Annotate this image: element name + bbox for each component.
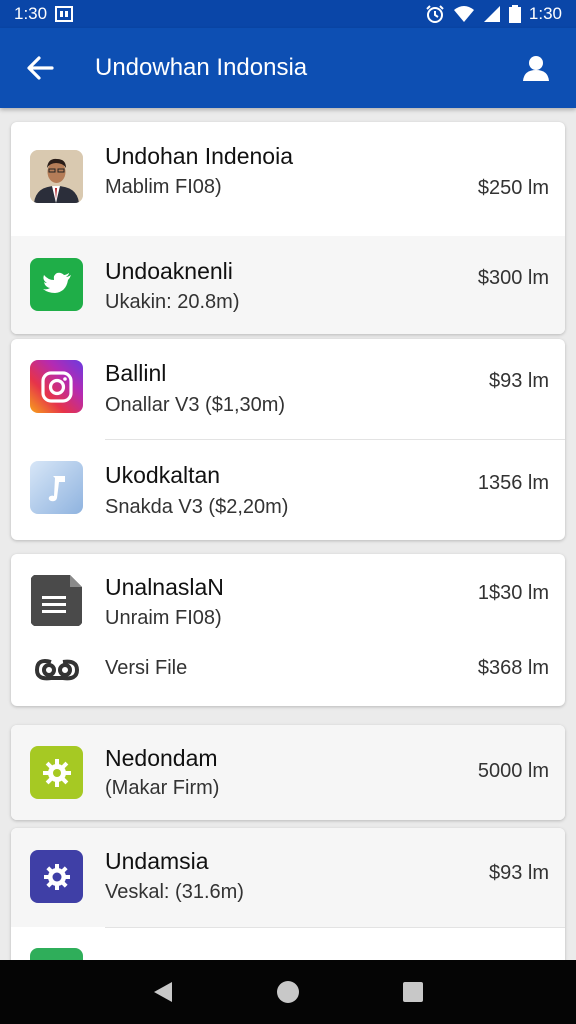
item-title: Nedondam: [105, 745, 218, 771]
navigation-bar: [0, 960, 576, 1024]
item-price: 1356 lm: [477, 472, 549, 494]
link-icon: [30, 644, 83, 696]
item-subtitle: Onallar V3 ($1,30m): [105, 394, 286, 416]
list-item[interactable]: Versi File $368 lm: [11, 644, 565, 706]
app-bar: Undowhan Indonsia: [0, 28, 576, 108]
nav-recents-icon: [403, 982, 424, 1002]
person-icon: [523, 56, 549, 81]
document-icon: [30, 574, 83, 627]
item-price: 5000 lm: [477, 760, 549, 782]
item-title: Ballinl: [105, 360, 167, 386]
list-item[interactable]: Nedondam (Makar Firm) 5000 lm: [11, 725, 565, 820]
item-price: $93 lm: [488, 370, 549, 392]
app-list: Undohan Indenoia Mablim FI08) $250 lm Un…: [0, 108, 576, 960]
item-title: Ukodkaltan: [105, 462, 221, 488]
app-icon-partial: [30, 948, 83, 960]
nav-home-icon: [276, 981, 299, 1003]
item-price: $368 lm: [477, 657, 549, 679]
item-price: $250 lm: [477, 177, 549, 199]
item-title: UnalnaslaN: [105, 574, 224, 600]
list-item[interactable]: UnalnaslaN Unraim FI08) 1$30 lm: [11, 554, 565, 644]
nav-back-icon: [153, 982, 172, 1002]
item-subtitle: Snakda V3 ($2,20m): [105, 496, 289, 518]
image-icon: [55, 6, 74, 22]
portrait-icon: [30, 150, 83, 203]
signal-icon: [483, 5, 501, 23]
list-item[interactable]: Undoaknenli Ukakin: 20.8m) $300 lm: [11, 236, 565, 334]
list-item[interactable]: Undohan Indenoia Mablim FI08) $250 lm: [11, 122, 565, 236]
back-button[interactable]: [0, 28, 80, 108]
nav-back-button[interactable]: [133, 962, 193, 1022]
nav-recents-button[interactable]: [383, 962, 443, 1022]
item-price: $93 lm: [488, 862, 549, 884]
music-icon: [30, 461, 83, 514]
profile-button[interactable]: [496, 28, 576, 108]
item-title: Undohan Indenoia: [105, 143, 293, 169]
item-subtitle: Versi File: [105, 657, 188, 679]
status-bar: 1:30 1:30: [0, 0, 576, 28]
list-item[interactable]: Undamsia Veskal: (31.6m) $93 lm: [11, 828, 565, 927]
list-card: Ballinl Onallar V3 ($1,30m) $93 lm Ukodk…: [11, 339, 565, 540]
list-item[interactable]: Ballinl Onallar V3 ($1,30m) $93 lm: [11, 339, 565, 439]
item-subtitle: Mablim FI08): [105, 176, 222, 198]
gear-icon: [30, 746, 83, 799]
item-subtitle: Unraim FI08): [105, 607, 222, 629]
list-item[interactable]: Ukodkaltan Snakda V3 ($2,20m) 1356 lm: [11, 440, 565, 540]
arrow-back-icon: [27, 56, 54, 80]
list-card: Undohan Indenoia Mablim FI08) $250 lm Un…: [11, 122, 565, 334]
item-subtitle: (Makar Firm): [105, 777, 220, 799]
instagram-icon: [30, 360, 83, 413]
list-card: Undamsia Veskal: (31.6m) $93 lm: [11, 828, 565, 960]
status-time-left: 1:30: [14, 4, 48, 23]
item-subtitle: Ukakin: 20.8m): [105, 291, 240, 313]
page-title: Undowhan Indonsia: [95, 54, 308, 81]
item-price: $300 lm: [477, 267, 549, 289]
status-right: 1:30: [425, 4, 562, 24]
item-subtitle: Veskal: (31.6m): [105, 881, 244, 903]
wifi-icon: [453, 5, 475, 23]
item-price: 1$30 lm: [477, 582, 549, 604]
list-item[interactable]: [11, 928, 565, 960]
twitter-icon: [30, 258, 83, 311]
list-card: Nedondam (Makar Firm) 5000 lm: [11, 725, 565, 820]
status-time-right: 1:30: [528, 4, 562, 23]
settings-icon: [30, 850, 83, 903]
item-title: Undoaknenli: [105, 258, 233, 284]
nav-home-button[interactable]: [258, 962, 318, 1022]
list-card: UnalnaslaN Unraim FI08) 1$30 lm Versi Fi…: [11, 554, 565, 706]
battery-icon: [508, 5, 521, 23]
item-title: Undamsia: [105, 848, 209, 874]
status-left: 1:30: [14, 4, 74, 24]
alarm-icon: [425, 4, 445, 24]
